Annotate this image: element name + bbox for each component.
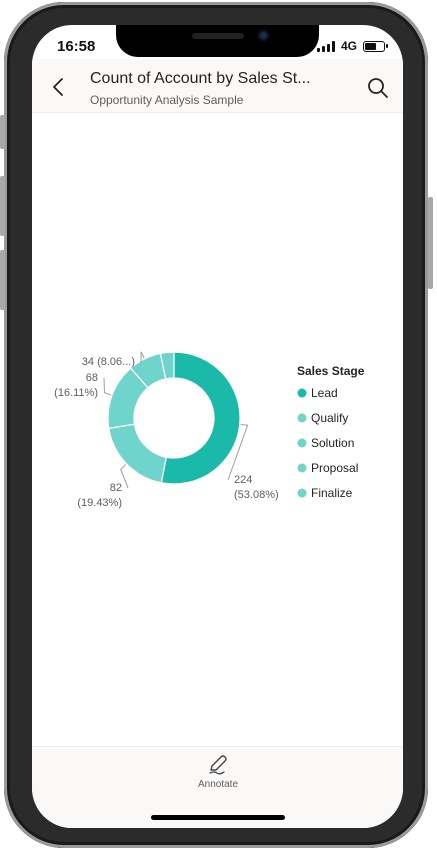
legend-marker-solution xyxy=(297,438,307,448)
page-subtitle: Opportunity Analysis Sample xyxy=(90,93,244,107)
data-label-value: 82 xyxy=(110,482,122,494)
report-header: Count of Account by Sales St... Opportun… xyxy=(32,59,403,113)
page-title: Count of Account by Sales St... xyxy=(90,70,311,87)
data-label-percent: (19.43%) xyxy=(77,497,122,509)
annotate-button[interactable]: Annotate xyxy=(182,753,254,797)
legend-marker-lead xyxy=(297,388,307,398)
legend-item-solution[interactable]: Solution xyxy=(311,436,354,450)
legend-marker-proposal xyxy=(297,463,307,473)
legend-title: Sales Stage xyxy=(297,364,365,378)
data-label-percent: (53.08%) xyxy=(234,489,279,501)
speaker xyxy=(192,33,244,39)
back-arrow-icon[interactable] xyxy=(49,77,69,97)
volume-down-button xyxy=(0,250,5,310)
data-label-value: 224 xyxy=(234,474,252,486)
notch xyxy=(116,25,319,57)
chart-area: 224 (53.08%) 82 (19.43%) 68 (16.11%) 34 (8.06.… xyxy=(32,113,403,746)
network-type: 4G xyxy=(340,39,357,53)
data-label-value: 68 xyxy=(86,372,98,384)
legend-marker-finalize xyxy=(297,488,307,498)
battery-icon xyxy=(363,40,388,52)
annotate-label: Annotate xyxy=(197,779,239,790)
data-label-percent: (16.11%) xyxy=(54,387,98,399)
volume-up-button xyxy=(0,176,5,236)
legend-item-proposal[interactable]: Proposal xyxy=(311,461,358,475)
donut-slice-qualify[interactable] xyxy=(108,423,168,484)
status-time: 16:58 xyxy=(57,38,96,55)
status-indicators: 4G xyxy=(316,39,388,53)
data-label-value: 34 (8.06...) xyxy=(82,356,135,368)
legend-marker-qualify xyxy=(297,413,307,423)
signal-icon xyxy=(316,40,335,52)
footer-toolbar: Annotate xyxy=(32,746,403,828)
donut-chart[interactable]: 224 (53.08%) 82 (19.43%) 68 (16.11%) 34 (8.06.… xyxy=(32,113,403,746)
legend-item-qualify[interactable]: Qualify xyxy=(311,411,348,425)
home-indicator xyxy=(151,815,285,820)
power-button xyxy=(428,197,433,289)
annotate-pen-icon xyxy=(209,755,227,775)
legend-item-lead[interactable]: Lead xyxy=(311,386,338,400)
screen: 16:58 4G Count of Account by Sales St...… xyxy=(32,25,403,828)
legend-item-finalize[interactable]: Finalize xyxy=(311,486,353,500)
leader-line xyxy=(103,377,112,396)
search-icon[interactable] xyxy=(367,77,389,99)
mute-switch xyxy=(0,115,5,149)
camera xyxy=(258,30,269,41)
